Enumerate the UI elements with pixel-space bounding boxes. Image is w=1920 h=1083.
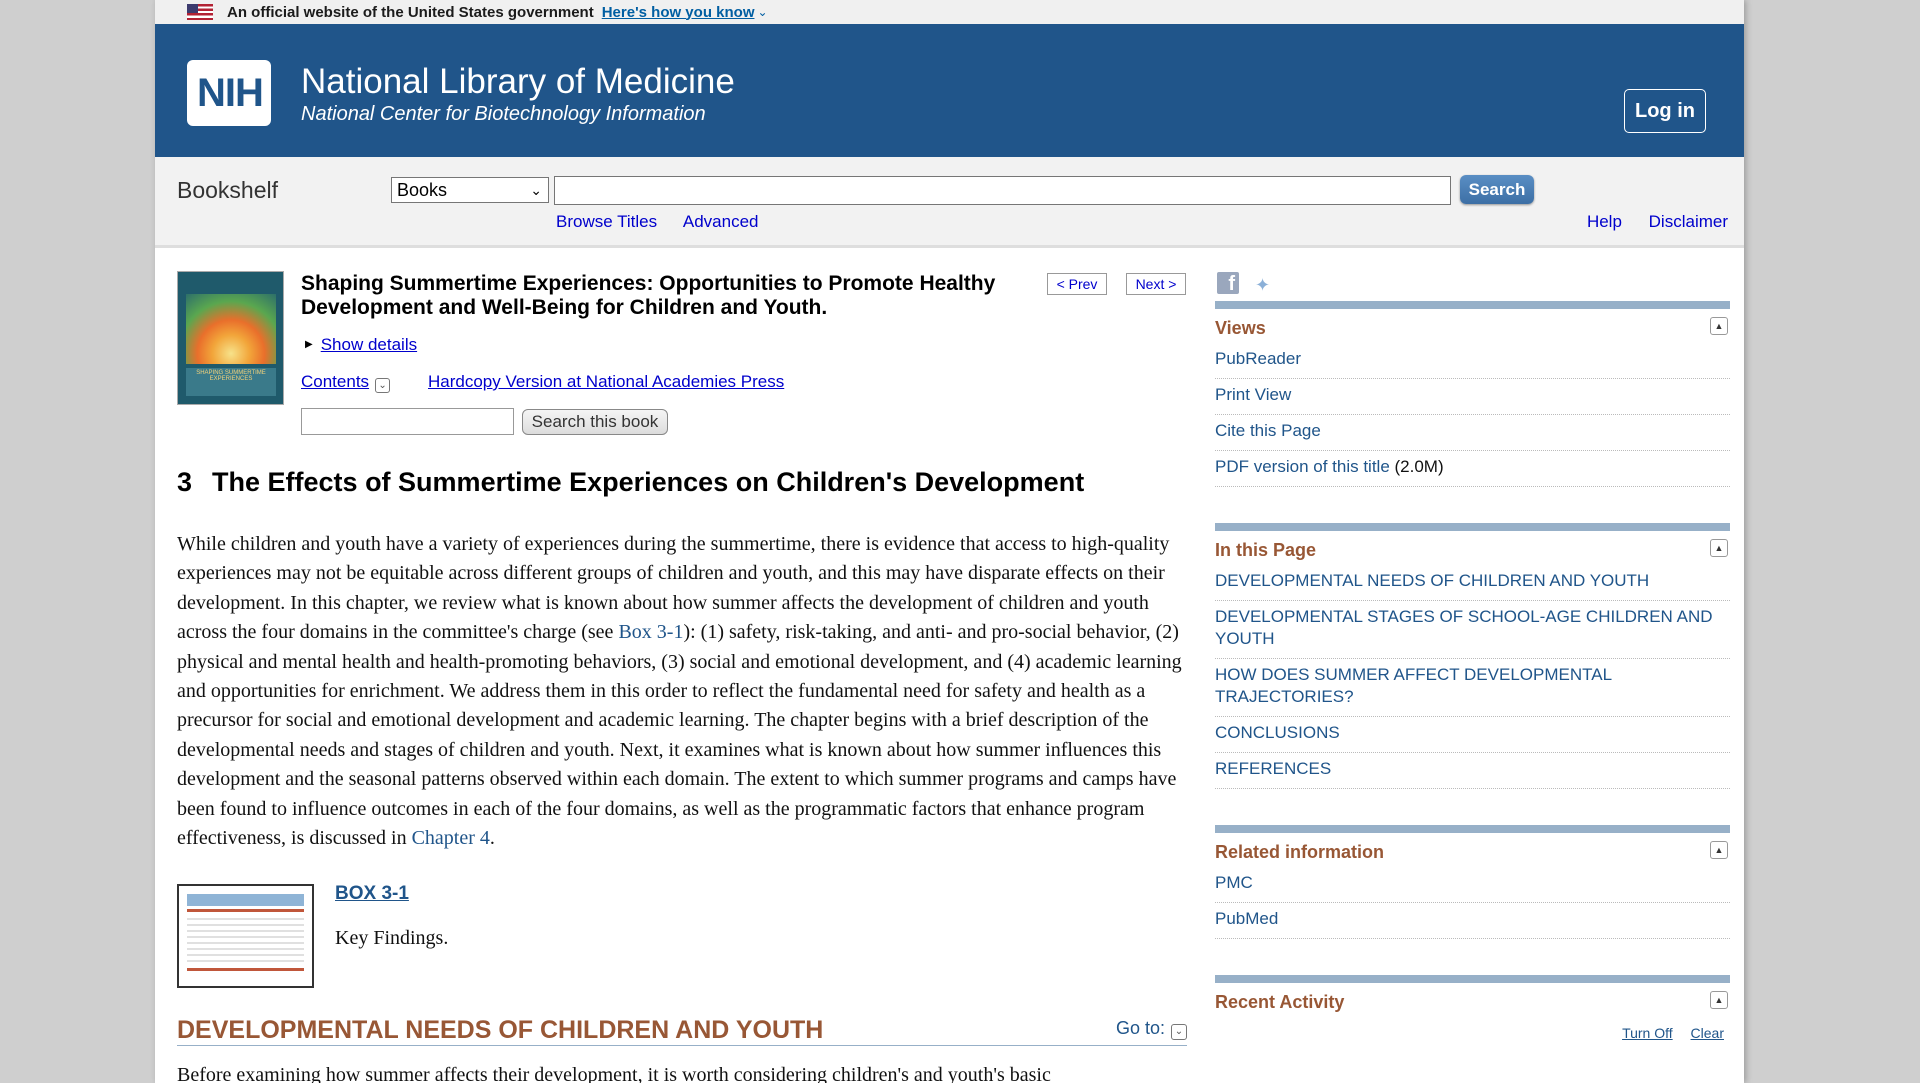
nlm-header: NIH National Library of Medicine Nationa… bbox=[155, 24, 1744, 157]
goto-menu[interactable]: Go to: ⌄ bbox=[1116, 1018, 1187, 1040]
gov-banner: An official website of the United States… bbox=[155, 0, 1744, 24]
pubmed-link[interactable]: PubMed bbox=[1215, 903, 1730, 939]
facebook-icon[interactable]: f bbox=[1217, 272, 1239, 294]
search-bar: Bookshelf Books ⌄ Search Browse Titles A… bbox=[155, 157, 1744, 248]
thumbnail-rule bbox=[187, 909, 304, 912]
collapse-up-icon[interactable]: ▲ bbox=[1710, 539, 1728, 557]
toc-item[interactable]: DEVELOPMENTAL STAGES OF SCHOOL-AGE CHILD… bbox=[1215, 601, 1730, 659]
chapter-4-link[interactable]: Chapter 4 bbox=[412, 827, 490, 849]
in-this-page-title: In this Page bbox=[1215, 540, 1317, 560]
section-paragraph: Before examining how summer affects thei… bbox=[177, 1064, 1051, 1083]
thumbnail-rule bbox=[187, 968, 304, 971]
us-flag-icon bbox=[187, 4, 213, 20]
chevron-down-icon: ⌄ bbox=[1171, 1024, 1187, 1040]
chapter-title: 3 The Effects of Summertime Experiences o… bbox=[177, 467, 1084, 498]
chevron-down-icon: ⌄ bbox=[375, 378, 391, 393]
book-cover-art bbox=[186, 294, 276, 364]
box-title-link[interactable]: BOX 3-1 bbox=[335, 883, 409, 905]
collapse-up-icon[interactable]: ▲ bbox=[1710, 991, 1728, 1009]
social-share: f ✦ bbox=[1215, 251, 1730, 301]
bookshelf-label[interactable]: Bookshelf bbox=[177, 177, 278, 204]
book-title: Shaping Summertime Experiences: Opportun… bbox=[301, 272, 996, 319]
search-button[interactable]: Search bbox=[1460, 175, 1534, 204]
recent-activity-controls: Turn Off Clear bbox=[1608, 1025, 1724, 1041]
search-this-book-button[interactable]: Search this book bbox=[522, 409, 668, 435]
box-caption: Key Findings. bbox=[335, 927, 449, 949]
nlm-title[interactable]: National Library of Medicine National Ce… bbox=[301, 62, 735, 126]
clear-link[interactable]: Clear bbox=[1691, 1025, 1724, 1041]
box-3-1-link[interactable]: Box 3-1 bbox=[618, 621, 683, 643]
heres-how-you-know-link[interactable]: Here's how you know bbox=[602, 4, 755, 21]
pdf-version-link[interactable]: PDF version of this title bbox=[1215, 457, 1390, 476]
help-link[interactable]: Help bbox=[1587, 212, 1622, 231]
search-input[interactable] bbox=[554, 176, 1451, 205]
pdf-version-item: PDF version of this title (2.0M) bbox=[1215, 451, 1730, 487]
paragraph-text: ): (1) safety, risk-taking, and anti- an… bbox=[177, 621, 1182, 850]
show-details-label: Show details bbox=[320, 335, 418, 354]
views-section: Views ▲ PubReader Print View Cite this P… bbox=[1215, 301, 1730, 487]
cite-page-link[interactable]: Cite this Page bbox=[1215, 415, 1730, 451]
show-details-toggle[interactable]: ▶ Show details bbox=[305, 335, 417, 355]
contents-label: Contents bbox=[301, 372, 370, 391]
login-button[interactable]: Log in bbox=[1624, 89, 1706, 133]
chapter-intro-paragraph: While children and youth have a variety … bbox=[177, 530, 1187, 853]
collapse-up-icon[interactable]: ▲ bbox=[1710, 317, 1728, 335]
nih-logo-box: NIH bbox=[187, 60, 271, 126]
nih-logo-text: NIH bbox=[197, 70, 264, 115]
search-sub-links: Browse Titles Advanced bbox=[556, 212, 781, 232]
sidebar: f ✦ Views ▲ PubReader Print View Cite th… bbox=[1215, 251, 1730, 1049]
book-cover-caption: SHAPING SUMMERTIME EXPERIENCES bbox=[186, 368, 276, 396]
book-search-input[interactable] bbox=[301, 408, 514, 435]
chevron-down-icon[interactable]: ⌄ bbox=[757, 5, 767, 19]
in-this-page-section: In this Page ▲ DEVELOPMENTAL NEEDS OF CH… bbox=[1215, 523, 1730, 789]
chapter-title-text: The Effects of Summertime Experiences on… bbox=[212, 467, 1085, 497]
section-heading: DEVELOPMENTAL NEEDS OF CHILDREN AND YOUT… bbox=[177, 1016, 1187, 1046]
collapse-up-icon[interactable]: ▲ bbox=[1710, 841, 1728, 859]
thumbnail-header-bar bbox=[187, 894, 304, 906]
page: An official website of the United States… bbox=[155, 0, 1744, 1083]
chapter-number: 3 bbox=[177, 467, 193, 497]
print-view-link[interactable]: Print View bbox=[1215, 379, 1730, 415]
disclaimer-link[interactable]: Disclaimer bbox=[1649, 212, 1728, 231]
contents-link[interactable]: Contents ⌄ bbox=[301, 372, 391, 393]
section-heading-text: DEVELOPMENTAL NEEDS OF CHILDREN AND YOUT… bbox=[177, 1016, 824, 1044]
gov-banner-text: An official website of the United States… bbox=[227, 3, 594, 21]
chevron-down-icon: ⌄ bbox=[530, 182, 542, 198]
recent-activity-section: Recent Activity ▲ Turn Off Clear bbox=[1215, 975, 1730, 1041]
nih-logo[interactable]: NIH bbox=[187, 60, 271, 126]
nlm-title-main: National Library of Medicine bbox=[301, 62, 735, 101]
database-select-value: Books bbox=[397, 179, 448, 200]
header-right-links: Help Disclaimer bbox=[1565, 212, 1728, 232]
nlm-title-sub: National Center for Biotechnology Inform… bbox=[301, 103, 706, 125]
thumbnail-text-lines bbox=[187, 918, 304, 964]
recent-activity-title: Recent Activity bbox=[1215, 992, 1345, 1012]
views-title: Views bbox=[1215, 318, 1266, 338]
turn-off-link[interactable]: Turn Off bbox=[1622, 1025, 1673, 1041]
database-select[interactable]: Books ⌄ bbox=[391, 177, 549, 203]
toc-item[interactable]: DEVELOPMENTAL NEEDS OF CHILDREN AND YOUT… bbox=[1215, 565, 1730, 601]
pdf-size: (2.0M) bbox=[1394, 457, 1444, 476]
prev-button[interactable]: < Prev bbox=[1047, 273, 1107, 295]
related-title: Related information bbox=[1215, 842, 1385, 862]
toc-item[interactable]: HOW DOES SUMMER AFFECT DEVELOPMENTAL TRA… bbox=[1215, 659, 1730, 717]
box-thumbnail[interactable] bbox=[177, 884, 314, 988]
next-button[interactable]: Next > bbox=[1126, 273, 1186, 295]
pmc-link[interactable]: PMC bbox=[1215, 867, 1730, 903]
toc-item[interactable]: REFERENCES bbox=[1215, 753, 1730, 789]
related-section: Related information ▲ PMC PubMed bbox=[1215, 825, 1730, 939]
triangle-right-icon: ▶ bbox=[305, 339, 313, 350]
paragraph-text: . bbox=[489, 827, 495, 850]
advanced-link[interactable]: Advanced bbox=[683, 212, 759, 231]
browse-titles-link[interactable]: Browse Titles bbox=[556, 212, 657, 231]
hardcopy-link[interactable]: Hardcopy Version at National Academies P… bbox=[428, 372, 784, 392]
pubreader-link[interactable]: PubReader bbox=[1215, 343, 1730, 379]
book-cover-image[interactable]: SHAPING SUMMERTIME EXPERIENCES bbox=[177, 271, 284, 405]
toc-item[interactable]: CONCLUSIONS bbox=[1215, 717, 1730, 753]
twitter-icon[interactable]: ✦ bbox=[1255, 275, 1270, 296]
goto-label: Go to: bbox=[1115, 1018, 1165, 1038]
